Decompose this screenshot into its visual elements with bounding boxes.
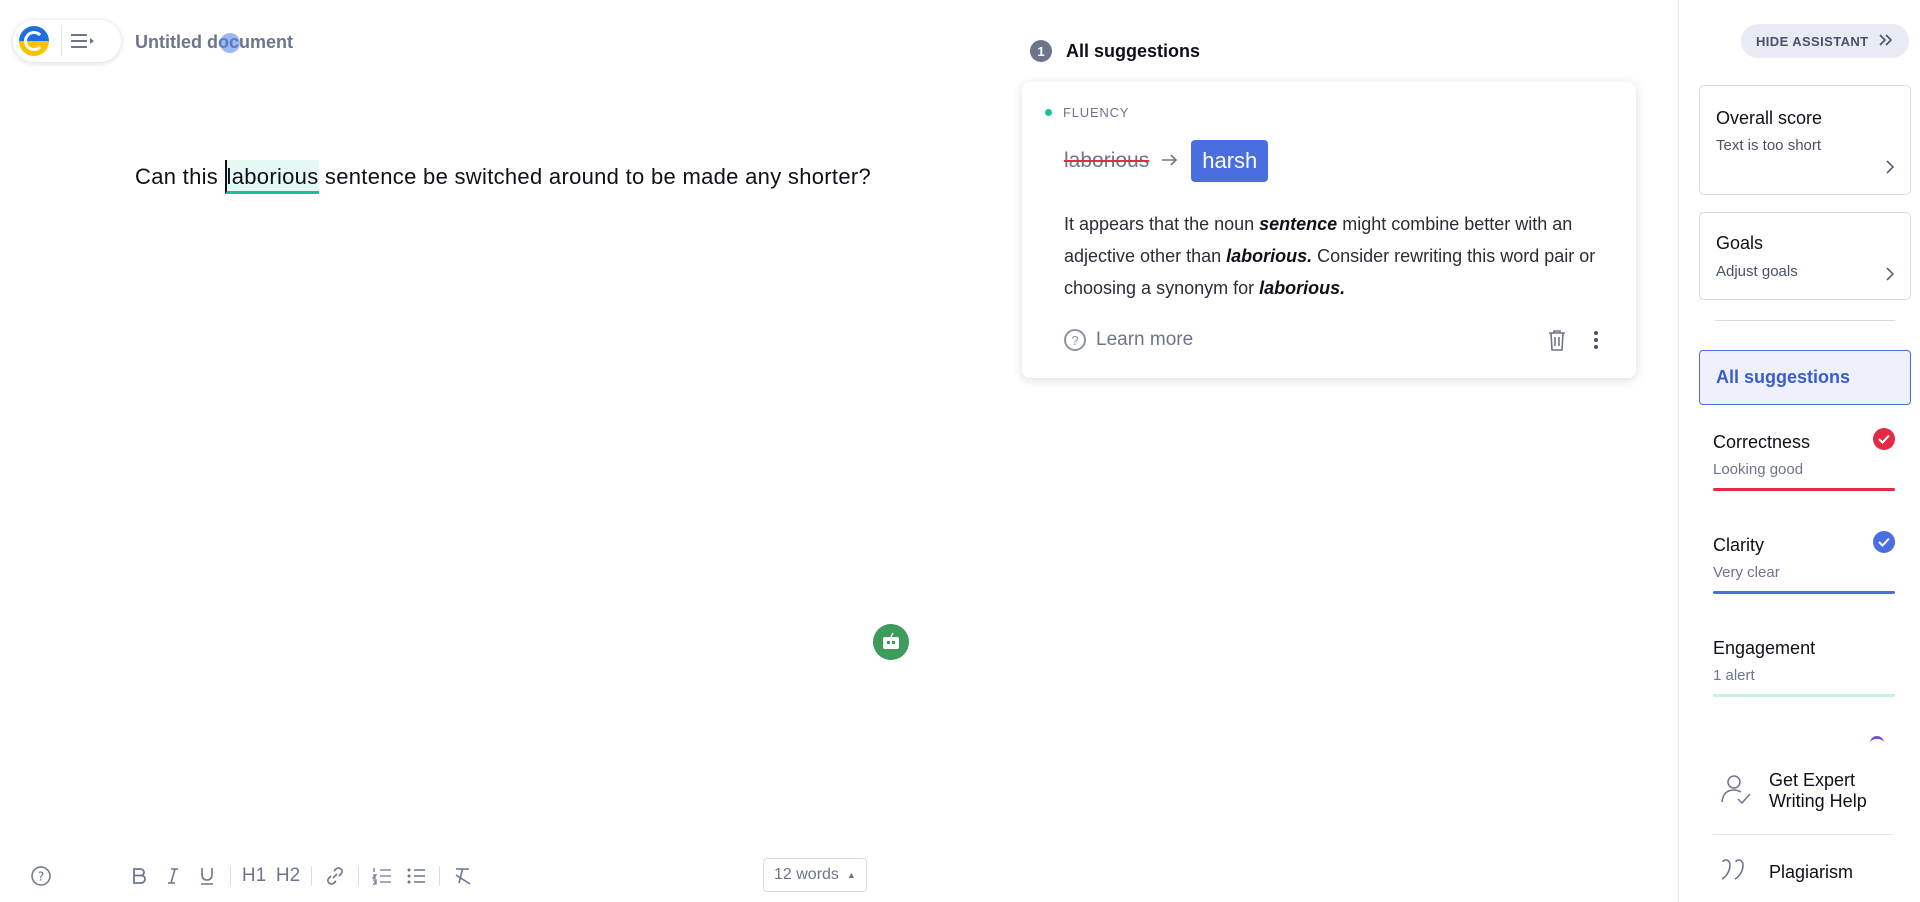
learn-more-label: Learn more [1096, 329, 1194, 350]
original-word: laborious [1064, 149, 1150, 172]
text-after: sentence be switched around to be made a… [318, 164, 872, 189]
format-toolbar: ? H1 H2 [24, 864, 480, 888]
app-logo-menu[interactable] [13, 20, 121, 62]
hide-assistant-button[interactable]: HIDE ASSISTANT [1741, 24, 1909, 58]
goals-card[interactable]: Goals Adjust goals [1699, 212, 1911, 300]
menu-icon[interactable] [61, 26, 101, 56]
caret-up-icon: ▲ [846, 870, 856, 880]
plagiarism-label: Plagiarism [1769, 862, 1854, 882]
category-dot-icon [1045, 109, 1052, 116]
metric-delivery-peek-icon [1870, 736, 1884, 750]
explanation-emphasis: laborious. [1226, 246, 1313, 266]
svg-text:?: ? [38, 870, 44, 884]
toolbar-separator [311, 866, 312, 886]
assistant-panel: HIDE ASSISTANT Overall score Text is too… [1678, 0, 1920, 902]
grammarly-logo-icon[interactable] [19, 26, 49, 56]
trash-icon[interactable] [1546, 328, 1568, 357]
question-icon: ? [1064, 329, 1086, 351]
explanation-text: It appears that the noun [1064, 214, 1260, 234]
hide-assistant-label: HIDE ASSISTANT [1756, 33, 1869, 49]
metric-title: Correctness [1713, 432, 1811, 452]
numbered-list-icon[interactable] [365, 867, 399, 885]
bot-avatar-icon[interactable] [873, 624, 909, 660]
panel-divider [1715, 320, 1895, 321]
suggestions-header-label: All suggestions [1066, 40, 1201, 61]
accept-replacement-button[interactable]: harsh [1191, 140, 1269, 182]
replacement-row: laborious harsh [1064, 140, 1269, 182]
heading-2-button[interactable]: H2 [271, 865, 305, 887]
check-icon [1873, 531, 1895, 553]
toolbar-separator [439, 866, 440, 886]
learn-more-link[interactable]: ? Learn more [1064, 329, 1193, 351]
expert-line-2: Writing Help [1769, 791, 1867, 811]
overall-score-card[interactable]: Overall score Text is too short [1699, 85, 1911, 195]
goals-title: Goals [1716, 233, 1764, 253]
quote-icon [1719, 858, 1751, 887]
chevron-right-icon [1886, 158, 1895, 179]
word-count-label: 12 words [774, 866, 839, 883]
word-count-button[interactable]: 12 words ▲ [763, 858, 867, 892]
expert-line-1: Get Expert [1769, 770, 1856, 790]
check-icon [1873, 428, 1895, 450]
editor-text[interactable]: Can this laborious sentence be switched … [135, 160, 872, 194]
panel-divider [1713, 834, 1893, 835]
text-before: Can this [135, 164, 225, 189]
explanation-emphasis: laborious. [1259, 278, 1346, 298]
more-options-icon[interactable] [1592, 328, 1600, 357]
explanation-emphasis: sentence [1259, 214, 1338, 234]
document-title[interactable]: Untitled document [135, 32, 293, 53]
link-icon[interactable] [318, 866, 352, 886]
chevron-right-icon [1886, 265, 1895, 286]
cursor-indicator [220, 33, 240, 53]
suggestions-header: 1 All suggestions [1030, 40, 1200, 62]
metric-sub: Very clear [1713, 564, 1780, 581]
metric-engagement[interactable]: Engagement 1 alert [1713, 638, 1895, 697]
metric-bar [1713, 488, 1895, 491]
suggestion-category: FLUENCY [1045, 105, 1129, 120]
metric-sub: 1 alert [1713, 667, 1755, 684]
toolbar-separator [358, 866, 359, 886]
goals-sub: Adjust goals [1716, 263, 1798, 280]
metric-bar [1713, 591, 1895, 594]
suggestion-explanation: It appears that the noun sentence might … [1064, 208, 1624, 304]
double-chevron-right-icon [1878, 31, 1894, 52]
plagiarism-button[interactable]: Plagiarism [1719, 858, 1853, 887]
bold-icon[interactable] [122, 867, 156, 885]
clear-format-icon[interactable] [446, 867, 480, 885]
metric-bar [1713, 694, 1895, 697]
metric-clarity[interactable]: Clarity Very clear [1713, 531, 1895, 594]
metric-correctness[interactable]: Correctness Looking good [1713, 428, 1895, 491]
highlighted-word[interactable]: laborious [224, 160, 319, 194]
expert-help-button[interactable]: Get Expert Writing Help [1719, 770, 1867, 812]
overall-score-sub: Text is too short [1716, 137, 1822, 154]
italic-icon[interactable] [156, 867, 190, 885]
underline-icon[interactable] [190, 866, 224, 886]
metric-title: Clarity [1713, 535, 1765, 555]
expert-person-icon [1719, 772, 1753, 811]
metric-title: Engagement [1713, 638, 1816, 658]
category-label: FLUENCY [1063, 105, 1130, 120]
all-suggestions-tab[interactable]: All suggestions [1699, 350, 1911, 405]
toolbar-separator [230, 866, 231, 886]
metric-sub: Looking good [1713, 461, 1804, 478]
heading-1-button[interactable]: H1 [237, 865, 271, 887]
suggestion-card[interactable]: FLUENCY laborious harsh It appears that … [1022, 82, 1636, 378]
expert-help-label: Get Expert Writing Help [1769, 770, 1867, 812]
help-icon[interactable]: ? [24, 865, 58, 887]
arrow-right-icon [1161, 150, 1179, 173]
bullet-list-icon[interactable] [399, 867, 433, 885]
suggestion-count-badge: 1 [1030, 40, 1052, 62]
overall-score-title: Overall score [1716, 108, 1823, 128]
